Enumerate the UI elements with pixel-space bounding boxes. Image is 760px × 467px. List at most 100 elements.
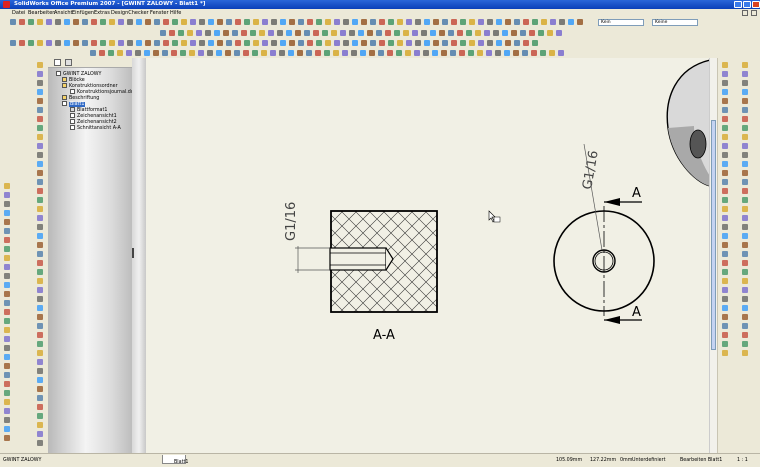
sketch-tool-icon[interactable] [145,40,151,46]
sketch-tool-icon[interactable] [136,40,142,46]
sketch-tool-icon[interactable] [316,40,322,46]
menu-window[interactable]: Fenster [150,10,169,16]
annotation-left-tool-icon[interactable] [37,242,43,248]
right-a-tool-icon[interactable] [722,134,728,140]
style-select-2[interactable]: Keine [652,19,698,26]
standard-tool-icon[interactable] [343,19,349,25]
standard-tool-icon[interactable] [442,19,448,25]
annotation-tool-icon[interactable] [99,50,105,56]
annotation-left-tool-icon[interactable] [37,440,43,446]
annotation-left-tool-icon[interactable] [37,98,43,104]
standard-tool-icon[interactable] [91,19,97,25]
sketch-tool-icon[interactable] [532,40,538,46]
annotation-tool-icon[interactable] [549,50,555,56]
annotation-left-tool-icon[interactable] [37,197,43,203]
annotation-tool-icon[interactable] [459,50,465,56]
view-tool-icon[interactable] [169,30,175,36]
view-tool-icon[interactable] [214,30,220,36]
right-b-tool-icon[interactable] [742,152,748,158]
sketch-tool-icon[interactable] [298,40,304,46]
standard-tool-icon[interactable] [172,19,178,25]
annotation-tool-icon[interactable] [108,50,114,56]
view-tool-icon[interactable] [340,30,346,36]
standard-tool-icon[interactable] [478,19,484,25]
sketch-tool-icon[interactable] [73,40,79,46]
right-a-tool-icon[interactable] [722,170,728,176]
section-arrow-top-label[interactable]: A [632,186,641,201]
right-b-tool-icon[interactable] [742,296,748,302]
sketch-tool-icon[interactable] [361,40,367,46]
view-tool-icon[interactable] [511,30,517,36]
annotation-tool-icon[interactable] [180,50,186,56]
right-a-tool-icon[interactable] [722,107,728,113]
sketch-tool-icon[interactable] [433,40,439,46]
sketch-tool-icon[interactable] [406,40,412,46]
annotation-tool-icon[interactable] [279,50,285,56]
section-label[interactable]: A-A [373,328,395,343]
annotation-left-tool-icon[interactable] [37,206,43,212]
sketch-left-tool-icon[interactable] [4,255,10,261]
right-a-tool-icon[interactable] [722,341,728,347]
sketch-left-tool-icon[interactable] [4,372,10,378]
view-tool-icon[interactable] [232,30,238,36]
standard-tool-icon[interactable] [181,19,187,25]
annotation-left-tool-icon[interactable] [37,404,43,410]
right-a-tool-icon[interactable] [722,323,728,329]
view-tool-icon[interactable] [295,30,301,36]
annotation-left-tool-icon[interactable] [37,386,43,392]
standard-tool-icon[interactable] [118,19,124,25]
right-b-tool-icon[interactable] [742,98,748,104]
sketch-tool-icon[interactable] [28,40,34,46]
drawing-canvas[interactable]: G1/16 A-A G1/16 A A [146,58,710,453]
standard-tool-icon[interactable] [496,19,502,25]
drawing-sheet[interactable]: G1/16 A-A G1/16 A A [146,58,710,453]
section-view-a-a[interactable]: G1/16 A-A [284,202,438,343]
right-b-tool-icon[interactable] [742,287,748,293]
right-b-tool-icon[interactable] [742,350,748,356]
view-tool-icon[interactable] [241,30,247,36]
sketch-tool-icon[interactable] [82,40,88,46]
sketch-tool-icon[interactable] [244,40,250,46]
annotation-left-tool-icon[interactable] [37,350,43,356]
annotation-tool-icon[interactable] [288,50,294,56]
right-b-tool-icon[interactable] [742,314,748,320]
standard-tool-icon[interactable] [145,19,151,25]
sketch-left-tool-icon[interactable] [4,363,10,369]
view-tool-icon[interactable] [556,30,562,36]
right-b-tool-icon[interactable] [742,116,748,122]
annotation-left-tool-icon[interactable] [37,107,43,113]
sketch-tool-icon[interactable] [442,40,448,46]
right-a-tool-icon[interactable] [722,206,728,212]
minimize-button[interactable] [734,1,742,8]
right-a-tool-icon[interactable] [722,188,728,194]
annotation-tool-icon[interactable] [297,50,303,56]
annotation-left-tool-icon[interactable] [37,71,43,77]
sketch-tool-icon[interactable] [55,40,61,46]
sketch-tool-icon[interactable] [172,40,178,46]
annotation-left-tool-icon[interactable] [37,170,43,176]
sketch-left-tool-icon[interactable] [4,210,10,216]
sketch-tool-icon[interactable] [37,40,43,46]
annotation-tool-icon[interactable] [441,50,447,56]
right-b-tool-icon[interactable] [742,134,748,140]
sketch-tool-icon[interactable] [469,40,475,46]
view-tool-icon[interactable] [304,30,310,36]
annotation-tool-icon[interactable] [342,50,348,56]
sketch-tool-icon[interactable] [487,40,493,46]
right-a-tool-icon[interactable] [722,224,728,230]
right-b-tool-icon[interactable] [742,251,748,257]
menu-insert[interactable]: Einfügen [72,10,94,16]
right-a-tool-icon[interactable] [722,314,728,320]
right-a-tool-icon[interactable] [722,305,728,311]
annotation-left-tool-icon[interactable] [37,179,43,185]
right-a-tool-icon[interactable] [722,89,728,95]
restore-doc-button[interactable] [742,10,748,16]
right-a-tool-icon[interactable] [722,278,728,284]
view-tool-icon[interactable] [547,30,553,36]
annotation-tool-icon[interactable] [162,50,168,56]
right-b-tool-icon[interactable] [742,215,748,221]
annotation-tool-icon[interactable] [90,50,96,56]
annotation-tool-icon[interactable] [468,50,474,56]
sketch-tool-icon[interactable] [478,40,484,46]
annotation-left-tool-icon[interactable] [37,314,43,320]
